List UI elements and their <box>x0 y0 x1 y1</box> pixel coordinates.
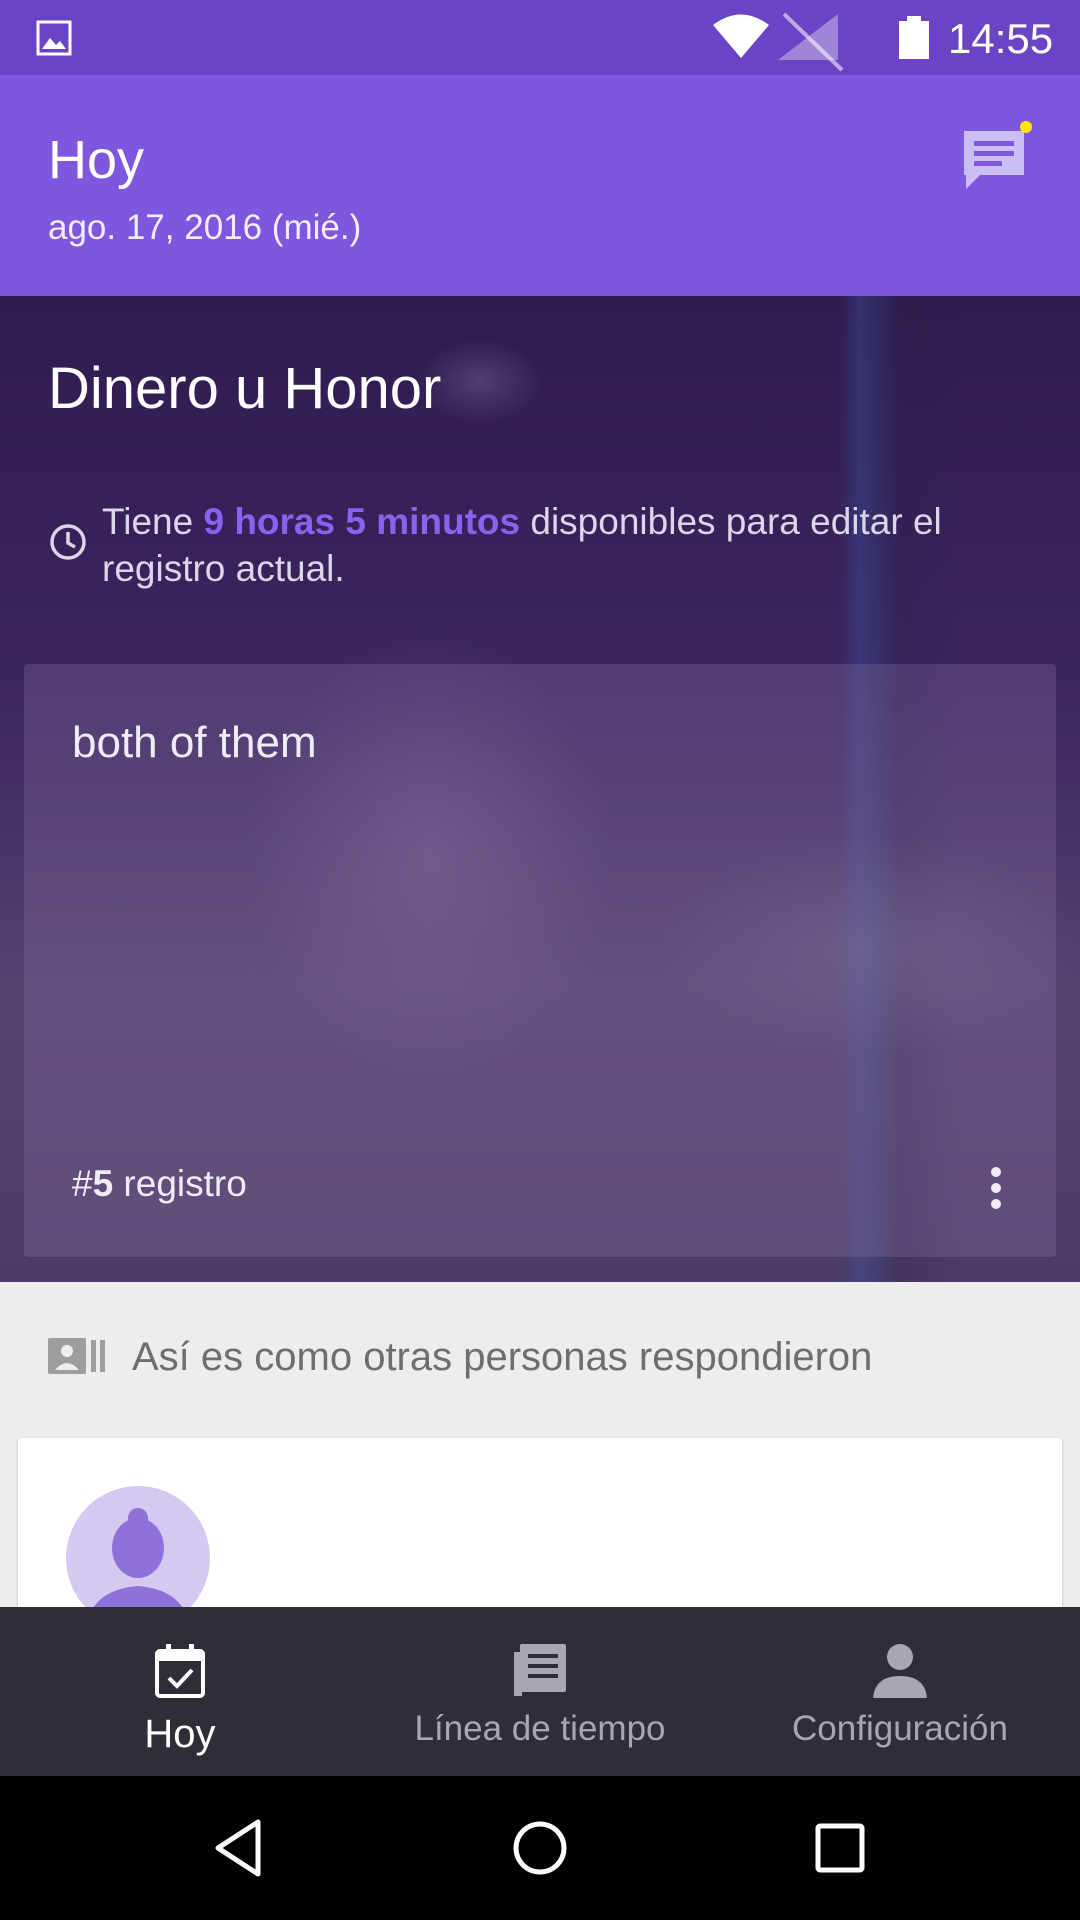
status-bar: 14:55 <box>0 0 1080 75</box>
calendar-check-icon <box>155 1644 205 1698</box>
battery-icon <box>899 16 929 59</box>
more-vert-icon[interactable] <box>960 1152 1032 1224</box>
bottom-navigation: Hoy Línea de tiempo Configuración <box>0 1607 1080 1776</box>
entry-count: #5 registro <box>72 1163 247 1204</box>
edit-time-notice: Tiene 9 horas 5 minutos disponibles para… <box>102 501 942 589</box>
tab-configuracion[interactable]: Configuración <box>720 1607 1080 1776</box>
page-title: Hoy <box>48 130 145 190</box>
remaining-time: 9 horas 5 minutos <box>203 501 521 542</box>
others-responses-label: Así es como otras personas respondieron <box>132 1335 873 1379</box>
question-title: Dinero u Honor <box>48 356 442 421</box>
system-navigation-bar <box>0 1776 1080 1920</box>
chat-icon[interactable] <box>960 125 1030 195</box>
question-hero: Dinero u Honor Tiene 9 horas 5 minutos d… <box>0 296 1080 1282</box>
recents-icon[interactable] <box>804 1812 876 1884</box>
tab-hoy-label: Hoy <box>144 1712 216 1756</box>
wifi-icon <box>713 14 769 58</box>
tab-linea-de-tiempo[interactable]: Línea de tiempo <box>360 1607 720 1776</box>
tab-linea-de-tiempo-label: Línea de tiempo <box>414 1709 666 1748</box>
timeline-icon <box>514 1644 566 1696</box>
no-signal-icon <box>778 12 844 72</box>
clock-time: 14:55 <box>948 15 1054 62</box>
back-icon[interactable] <box>204 1812 276 1884</box>
tab-configuracion-label: Configuración <box>792 1709 1008 1748</box>
page-date: ago. 17, 2016 (mié.) <box>48 208 362 247</box>
entry-text: both of them <box>72 718 317 767</box>
app-bar: Hoy ago. 17, 2016 (mié.) <box>0 75 1080 296</box>
home-icon[interactable] <box>504 1812 576 1884</box>
person-icon <box>873 1644 927 1698</box>
others-responses-header: Así es como otras personas respondieron <box>0 1282 1080 1438</box>
gallery-icon <box>36 20 72 56</box>
tab-hoy[interactable]: Hoy <box>0 1607 360 1776</box>
entry-card[interactable]: both of them #5 registro <box>24 664 1056 1257</box>
clock-icon <box>50 524 86 560</box>
notification-dot <box>1020 121 1032 133</box>
contact-card-icon <box>48 1338 105 1374</box>
